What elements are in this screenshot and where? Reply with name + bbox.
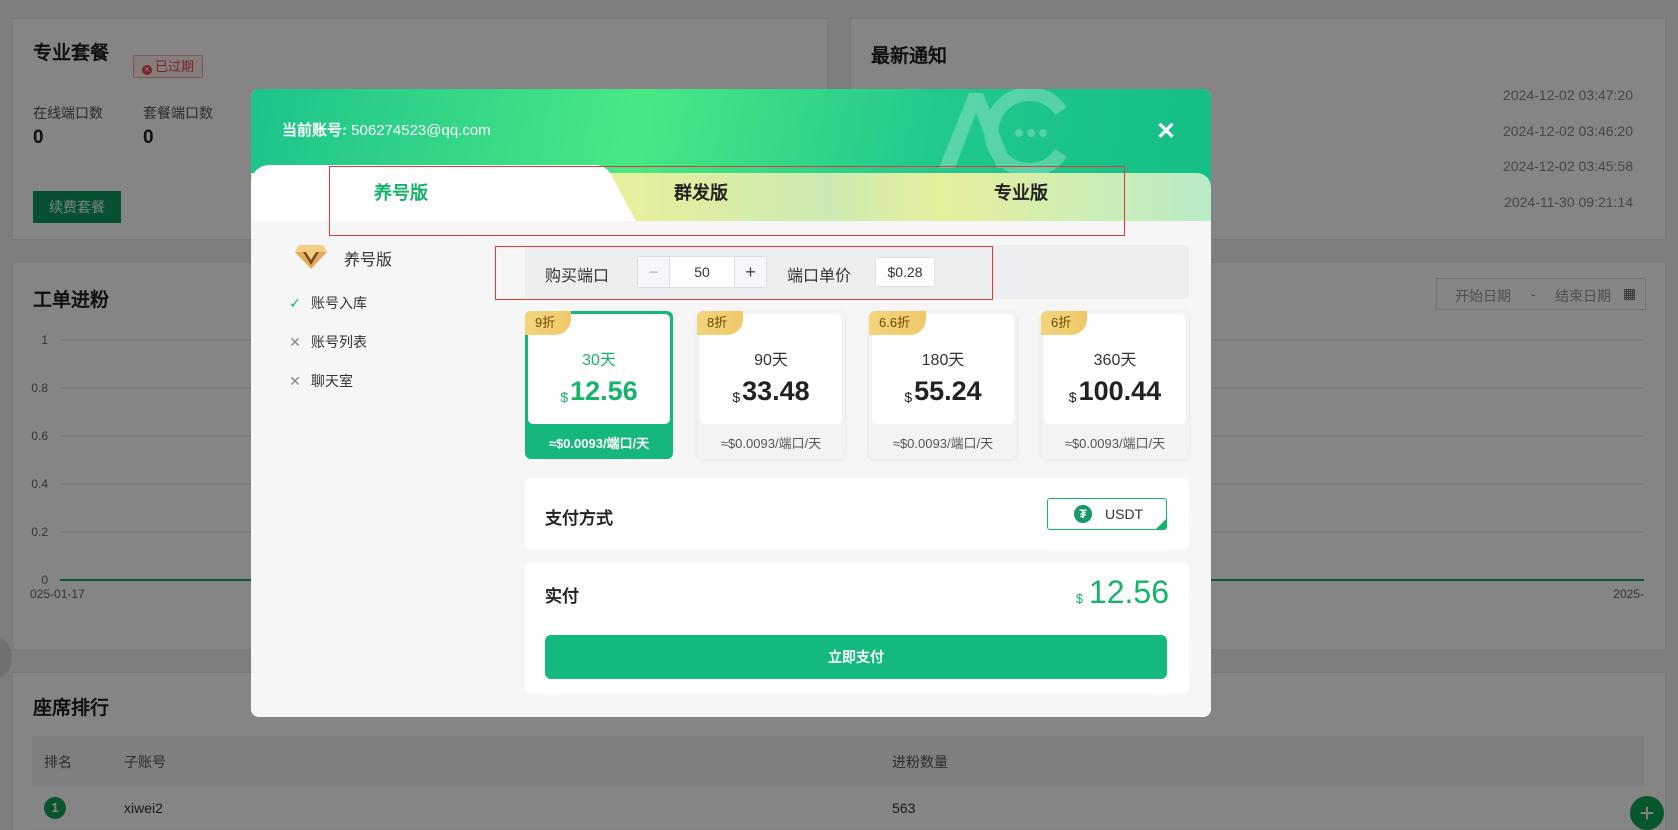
cross-icon: ✕ [289, 373, 301, 389]
discount-tag: 8折 [697, 311, 744, 335]
discount-tag: 9折 [525, 311, 572, 335]
cross-icon: ✕ [289, 334, 301, 350]
card-days: 360天 [1093, 352, 1137, 369]
tab-mass-send[interactable]: 群发版 [631, 165, 771, 221]
card-per-day: ≈$0.0093/端口/天 [892, 436, 994, 451]
card-per-day: ≈$0.0093/端口/天 [720, 436, 822, 451]
card-price: $33.48 [732, 376, 810, 406]
card-per-day: ≈$0.0093/端口/天 [548, 436, 650, 451]
card-price: $55.24 [904, 376, 982, 406]
unit-price-value: $0.28 [875, 257, 935, 287]
total-box: 实付 $12.56 立即支付 [525, 562, 1189, 694]
card-days: 30天 [582, 352, 616, 369]
plan-name: 养号版 [344, 252, 393, 269]
usdt-payment-option[interactable]: ₮ USDT [1047, 498, 1167, 530]
card-price: $100.44 [1068, 376, 1162, 406]
increment-button[interactable]: + [734, 257, 766, 287]
price-card-90[interactable]: 90天 $33.48 8折 ≈$0.0093/端口/天 [697, 311, 845, 459]
card-price: $12.56 [560, 376, 638, 406]
tab-keep-account[interactable]: 养号版 [331, 165, 471, 221]
price-card-180[interactable]: 180天 $55.24 6.6折 ≈$0.0093/端口/天 [869, 311, 1017, 459]
card-days: 180天 [921, 352, 965, 369]
brand-logo-icon [939, 89, 1067, 173]
payment-method-box: 支付方式 ₮ USDT [525, 478, 1189, 550]
selected-corner-icon [1155, 518, 1166, 529]
account-value: 506274523@qq.com [351, 122, 491, 139]
feature-item: ✕ 聊天室 [287, 371, 353, 391]
tab-professional[interactable]: 专业版 [951, 165, 1091, 221]
quantity-stepper: − + [637, 256, 767, 288]
feature-item: ✓ 账号入库 [287, 293, 367, 313]
close-icon[interactable]: ✕ [1151, 117, 1181, 147]
unit-price-label: 端口单价 [787, 268, 852, 285]
quantity-input[interactable] [670, 257, 734, 287]
payment-method-label: 支付方式 [545, 509, 613, 528]
card-per-day: ≈$0.0093/端口/天 [1064, 436, 1166, 451]
diamond-icon [295, 245, 327, 269]
price-card-360[interactable]: 360天 $100.44 6折 ≈$0.0093/端口/天 [1041, 311, 1189, 459]
plan-header: 养号版 [294, 239, 494, 275]
purchase-modal: 当前账号: 506274523@qq.com ✕ 养号版 群发版 专业版 养号版… [251, 89, 1211, 717]
decrement-button[interactable]: − [638, 257, 670, 287]
discount-tag: 6.6折 [869, 311, 927, 335]
total-amount: $12.56 [1075, 574, 1169, 610]
tether-icon: ₮ [1074, 505, 1092, 523]
quantity-row: 购买端口 − + 端口单价 $0.28 [525, 245, 1189, 299]
usdt-label: USDT [1105, 506, 1144, 522]
check-icon: ✓ [289, 295, 301, 311]
feature-item: ✕ 账号列表 [287, 332, 367, 352]
price-card-30[interactable]: 30天 $12.56 9折 ≈$0.0093/端口/天 [525, 311, 673, 459]
plan-tabs: 养号版 群发版 专业版 [251, 165, 1211, 221]
account-label: 当前账号: [282, 122, 347, 139]
discount-tag: 6折 [1041, 311, 1088, 335]
total-label: 实付 [545, 587, 579, 606]
current-account: 当前账号: 506274523@qq.com [282, 119, 491, 140]
pay-now-button[interactable]: 立即支付 [545, 635, 1167, 679]
quantity-label: 购买端口 [545, 268, 610, 285]
card-days: 90天 [754, 352, 788, 369]
